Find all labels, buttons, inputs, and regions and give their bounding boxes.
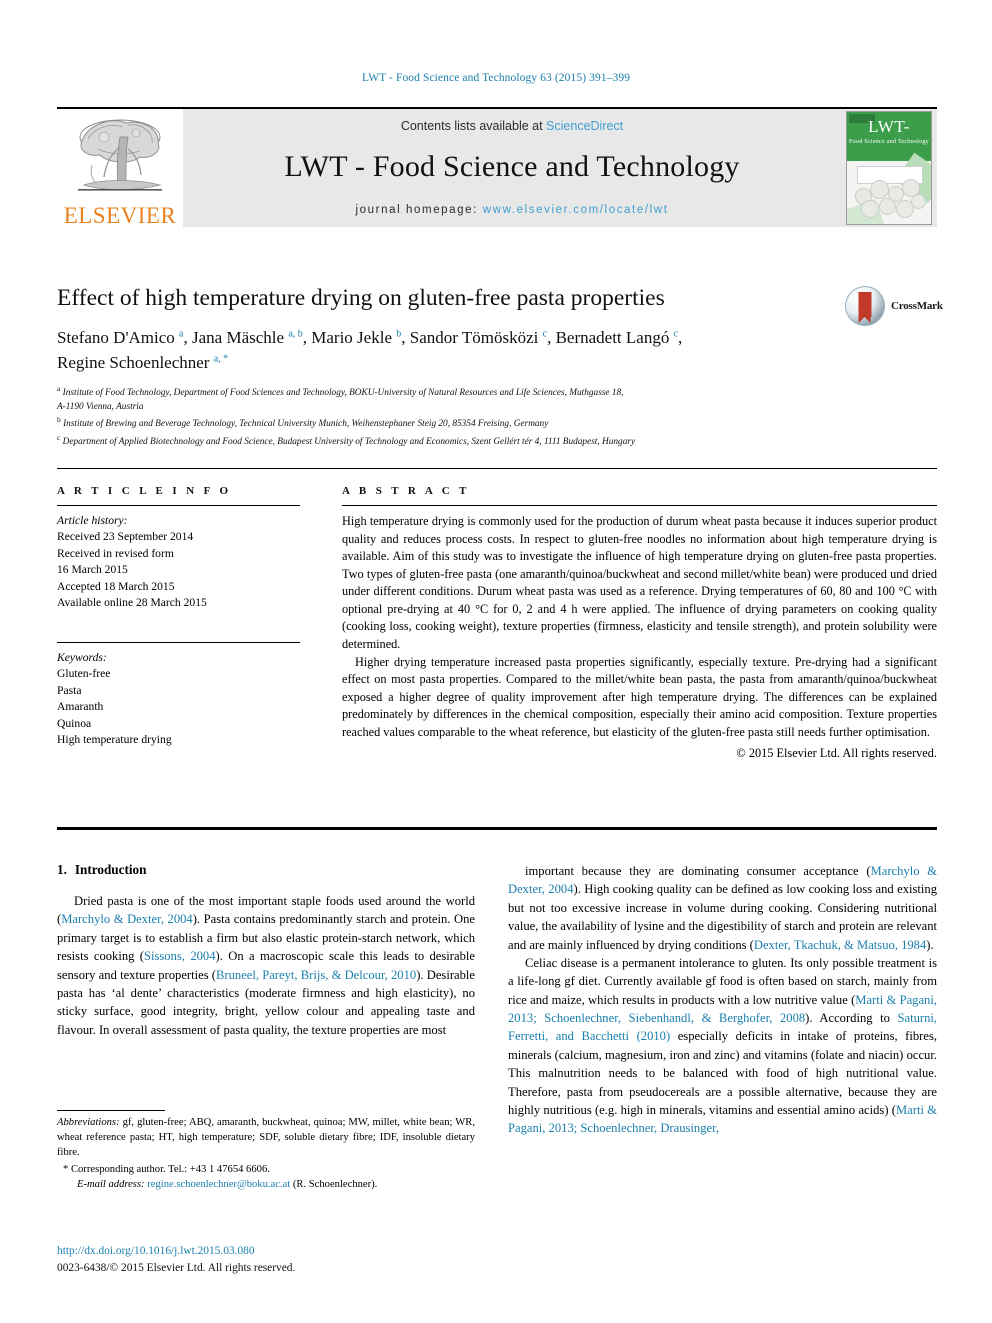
- email-link[interactable]: regine.schoenlechner@boku.ac.at: [147, 1179, 290, 1190]
- abstract-paragraph-1: High temperature drying is commonly used…: [342, 514, 937, 652]
- email-label: E-mail address:: [77, 1179, 145, 1191]
- crossmark-label: CrossMark: [891, 300, 943, 312]
- footnote-block: Abbreviations: gf, gluten-free; ABQ, ama…: [57, 1110, 475, 1193]
- keyword-quinoa: Quinoa: [57, 716, 92, 730]
- intro-paragraph-right-2: Celiac disease is a permanent intoleranc…: [508, 955, 938, 1136]
- crossmark-icon: [845, 286, 885, 326]
- article-history-label: Article history:: [57, 514, 128, 527]
- doi-link[interactable]: http://dx.doi.org/10.1016/j.lwt.2015.03.…: [57, 1243, 487, 1260]
- homepage-prefix: journal homepage:: [355, 204, 483, 216]
- footnote-rule: [57, 1110, 165, 1111]
- issn-copyright: 0023-6438/© 2015 Elsevier Ltd. All right…: [57, 1261, 296, 1274]
- affiliation-b: b Institute of Brewing and Beverage Tech…: [57, 415, 549, 430]
- footnote-email-line: E-mail address: regine.schoenlechner@bok…: [57, 1178, 475, 1193]
- section-heading-introduction: 1. Introduction: [57, 862, 475, 878]
- history-available-online: Available online 28 March 2015: [57, 596, 207, 610]
- intro-paragraph-right-1: important because they are dominating co…: [508, 864, 937, 952]
- paper-page: LWT - Food Science and Technology 63 (20…: [0, 0, 992, 1323]
- journal-homepage-link[interactable]: www.elsevier.com/locate/lwt: [483, 204, 669, 216]
- affiliations: a Institute of Food Technology, Departme…: [57, 383, 887, 449]
- keywords-rule: [57, 641, 300, 643]
- section-number: 1.: [57, 862, 67, 877]
- masthead-center: Contents lists available at ScienceDirec…: [183, 109, 841, 227]
- article-info-heading: A R T I C L E I N F O: [57, 485, 232, 497]
- paper-title: Effect of high temperature drying on glu…: [57, 285, 665, 311]
- keyword-pasta: Pasta: [57, 683, 82, 697]
- abstract-heading: A B S T R A C T: [342, 485, 470, 497]
- journal-homepage-line: journal homepage: www.elsevier.com/locat…: [183, 204, 841, 216]
- journal-cover-thumbnail: LWT- Food Science and Technology: [841, 109, 937, 227]
- history-accepted: Accepted 18 March 2015: [57, 579, 175, 593]
- abstract-paragraph-2: Higher drying temperature increased past…: [342, 654, 937, 739]
- keywords-label: Keywords:: [57, 650, 107, 664]
- elsevier-tree-icon: [78, 119, 162, 191]
- journal-title: LWT - Food Science and Technology: [284, 150, 740, 183]
- divider-top: [57, 468, 937, 469]
- keyword-gluten-free: Gluten-free: [57, 667, 111, 681]
- affiliation-a-line1: a Institute of Food Technology, Departme…: [57, 384, 624, 399]
- divider-bottom: [57, 827, 937, 830]
- body-column-right: important because they are dominating co…: [508, 862, 937, 1138]
- email-owner: (R. Schoenlechner).: [292, 1179, 378, 1191]
- section-title: Introduction: [74, 862, 147, 877]
- author-line-2: Regine Schoenlechner a, *: [57, 352, 229, 372]
- affiliation-a-line2: A-1190 Vienna, Austria: [57, 402, 144, 413]
- intro-paragraph-left: Dried pasta is one of the most important…: [57, 894, 475, 1037]
- body-column-left: 1. Introduction Dried pasta is one of the…: [57, 862, 475, 1039]
- keyword-high-temperature-drying: High temperature drying: [57, 732, 172, 746]
- elsevier-logo: ELSEVIER: [57, 109, 183, 227]
- sciencedirect-link[interactable]: ScienceDirect: [546, 119, 623, 133]
- cover-title: LWT-: [868, 117, 910, 136]
- footnote-abbreviations: Abbreviations: gf, gluten-free; ABQ, ama…: [57, 1117, 475, 1158]
- running-head: LWT - Food Science and Technology 63 (20…: [361, 72, 631, 84]
- article-info-column: A R T I C L E I N F O Article history: R…: [57, 485, 300, 748]
- elsevier-wordmark: ELSEVIER: [63, 203, 177, 228]
- affiliation-c: c Department of Applied Biotechnology an…: [57, 432, 636, 447]
- article-info-rule: [57, 505, 300, 506]
- keyword-amaranth: Amaranth: [57, 700, 104, 714]
- abstract-column: A B S T R A C T High temperature drying …: [342, 485, 937, 761]
- abstract-rule: [342, 505, 937, 506]
- cover-image: LWT- Food Science and Technology: [846, 111, 932, 225]
- history-received: Received 23 September 2014: [57, 530, 194, 544]
- contents-available-line: Contents lists available at ScienceDirec…: [183, 119, 841, 133]
- contents-prefix: Contents lists available at: [400, 119, 547, 133]
- footnote-corresponding-author: * Corresponding author. Tel.: +43 1 4765…: [63, 1164, 270, 1176]
- author-list: Stefano D'Amico a, Jana Mäschle a, b, Ma…: [57, 326, 857, 375]
- author-line-1: Stefano D'Amico a, Jana Mäschle a, b, Ma…: [57, 328, 683, 347]
- abstract-copyright: © 2015 Elsevier Ltd. All rights reserved…: [736, 745, 937, 760]
- cover-dots: [853, 174, 926, 218]
- cover-subtitle: Food Science and Technology: [849, 138, 929, 145]
- history-revised-date: 16 March 2015: [57, 563, 128, 577]
- doi-block: http://dx.doi.org/10.1016/j.lwt.2015.03.…: [57, 1243, 487, 1276]
- history-revised-form: Received in revised form: [57, 546, 174, 560]
- crossmark-badge[interactable]: CrossMark: [845, 282, 955, 330]
- journal-masthead: ELSEVIER Contents lists available at Sci…: [57, 107, 937, 227]
